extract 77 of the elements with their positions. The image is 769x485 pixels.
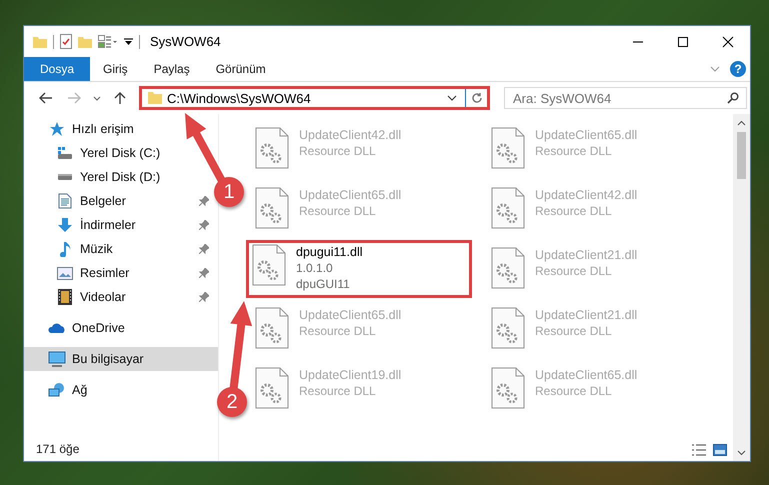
nav-item[interactable]: Hızlı erişim [24,117,144,141]
window-title: SysWOW64 [150,34,221,49]
nav-item[interactable]: Resimler [24,261,213,285]
cloud-icon [48,322,66,334]
gear-file-icon [252,244,286,286]
gear-file-icon [491,367,525,409]
gear-file-icon [255,187,289,229]
file-detail: Resource DLL [535,144,613,158]
gear-file-icon [491,307,525,349]
scrollbar-thumb[interactable] [737,132,746,179]
folder-icon [148,91,162,105]
monitor-icon [48,351,66,367]
chevron-down-icon [93,96,101,100]
tiles-view-icon[interactable] [713,444,727,456]
file-detail: 1.0.1.0 [296,261,334,275]
chevron-down-icon [737,450,746,456]
up-arrow-icon [114,91,126,105]
pin-icon[interactable] [199,292,209,302]
picture-icon [57,266,73,280]
gear-file-icon [255,307,289,349]
file-detail: Resource DLL [299,204,377,218]
nav-item[interactable]: Videolar [24,285,213,309]
item-count: 171 öğe [35,441,80,458]
nav-item[interactable]: Ağ [24,378,98,402]
down-arrow-icon [57,217,73,233]
pin-icon[interactable] [199,244,209,254]
file-detail: dpuGUI11 [296,277,351,291]
ribbon-tab[interactable]: Dosya [24,57,90,81]
highlighted-file-tile[interactable]: dpugui11.dll 1.0.1.0 dpuGUI11 [246,240,472,298]
file-detail: Resource DLL [535,264,613,278]
nav-item[interactable]: İndirmeler [24,213,213,237]
file-detail: Resource DLL [299,324,377,338]
maximize-icon [676,36,688,48]
chevron-up-icon [737,120,746,126]
nav-item[interactable]: Yerel Disk (D:) [24,165,170,189]
network-icon [48,382,66,398]
address-bar[interactable]: C:\Windows\SysWOW64 [139,86,490,110]
nav-item[interactable]: Bu bilgisayar [24,347,218,371]
gear-file-icon [491,127,525,169]
properties-icon[interactable] [60,34,72,49]
file-detail: Resource DLL [535,324,613,338]
close-icon [722,36,734,48]
file-name[interactable]: dpugui11.dll [296,245,362,259]
search-field[interactable]: Ara: SysWOW64 [504,87,747,109]
caret-icon[interactable] [124,38,133,46]
file-detail: Resource DLL [299,144,377,158]
gear-file-icon [255,367,289,409]
document-icon [58,193,72,209]
back-arrow-icon [39,92,53,104]
address-path: C:\Windows\SysWOW64 [167,90,312,106]
ribbon-tab[interactable]: Paylaş [140,57,203,81]
star-icon [49,121,65,137]
music-note-icon [59,241,71,257]
forward-arrow-icon [67,92,81,104]
pin-icon[interactable] [199,196,209,206]
chevron-down-icon[interactable] [447,95,457,101]
drive-icon [57,173,73,181]
film-icon [58,289,72,305]
ribbon-tab[interactable]: Görünüm [202,57,279,81]
nav-item[interactable]: Belgeler [24,189,213,213]
nav-item[interactable]: Yerel Disk (C:) [24,141,170,165]
file-detail: Resource DLL [535,384,613,398]
pin-icon[interactable] [199,220,209,230]
drive-icon [57,146,73,160]
nav-item[interactable]: Müzik [24,237,213,261]
details-view-icon[interactable] [691,443,707,457]
nav-item[interactable]: OneDrive [24,316,135,340]
refresh-icon [470,92,482,104]
customize-icon[interactable] [98,35,118,48]
gear-file-icon [491,247,525,289]
gear-file-icon [491,187,525,229]
gear-file-icon [255,127,289,169]
help-button[interactable]: ? [730,61,746,77]
ribbon-tab[interactable]: Giriş [90,57,141,81]
file-detail: Resource DLL [535,204,613,218]
file-detail: Resource DLL [299,384,377,398]
pin-icon[interactable] [199,268,209,278]
